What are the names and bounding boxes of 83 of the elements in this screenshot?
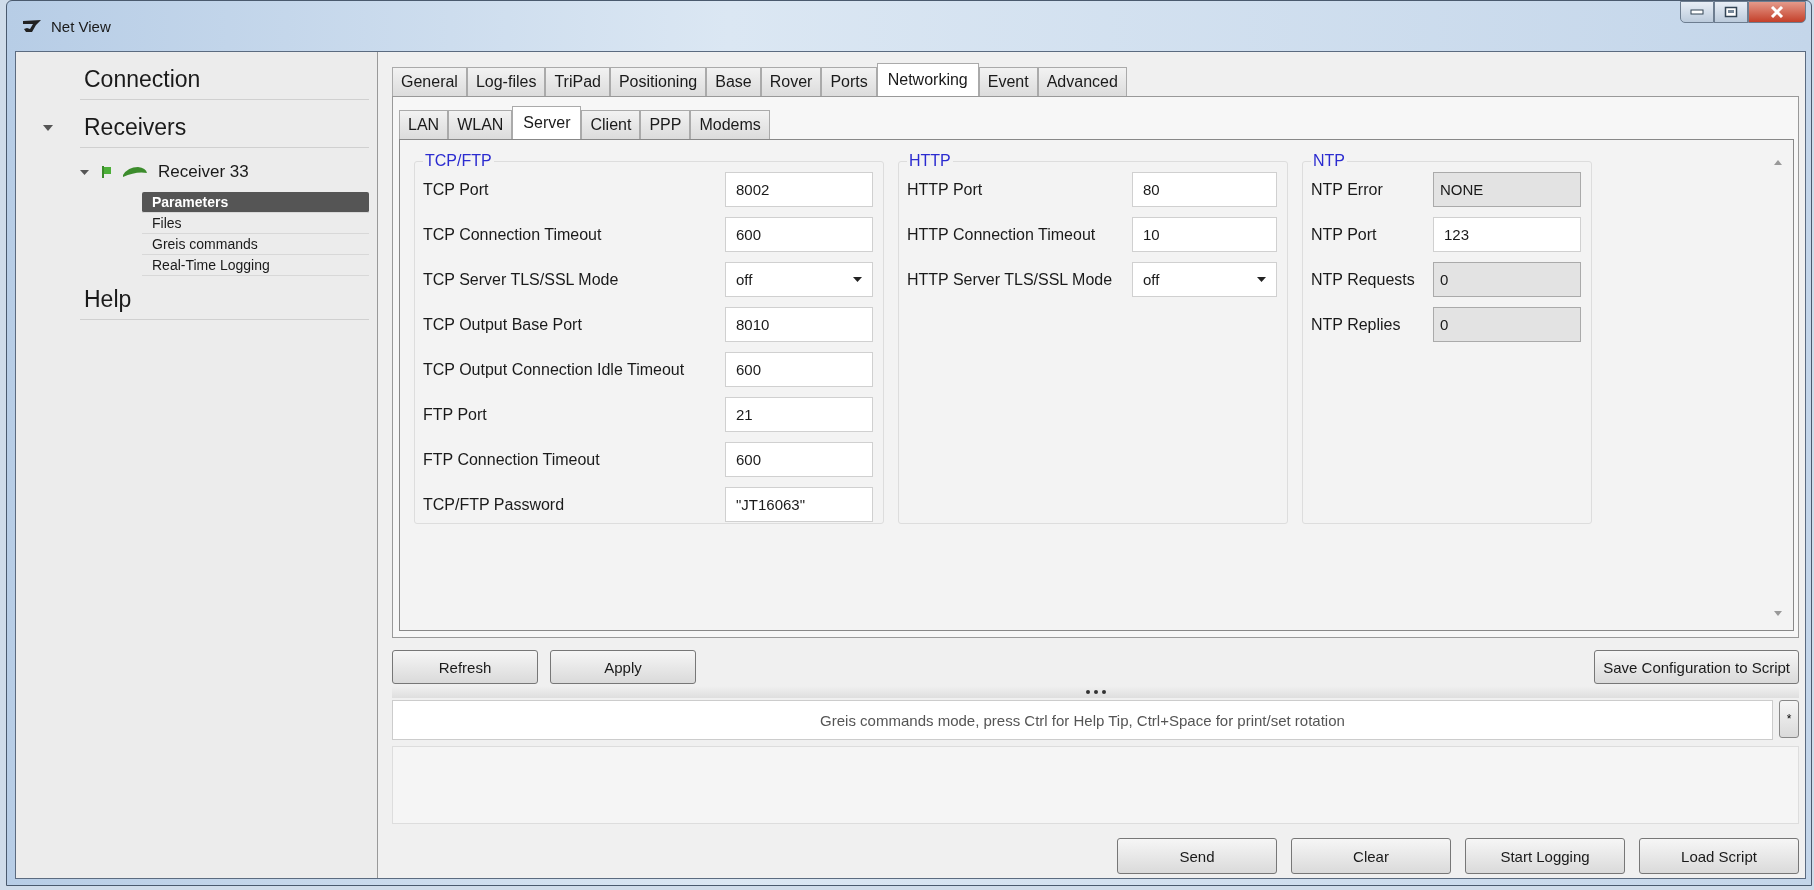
sidebar-section[interactable]: Connection	[80, 60, 369, 100]
tree-item[interactable]: Parameters	[142, 192, 369, 213]
maximize-icon	[1724, 6, 1738, 18]
tab[interactable]: LAN	[399, 110, 449, 139]
field-label: NTP Requests	[1311, 270, 1416, 289]
tab[interactable]: Networking	[876, 63, 979, 96]
readonly-field[interactable]: 0	[1433, 307, 1581, 342]
field-label: TCP Port	[423, 180, 490, 199]
command-field[interactable]: Greis commands mode, press Ctrl for Help Tip, Ctrl+Space for print/set rotation	[392, 700, 1773, 740]
tab[interactable]: Modems	[690, 110, 770, 139]
input-field[interactable]: 600	[725, 352, 873, 387]
expand-arrow-icon[interactable]	[43, 125, 53, 131]
input-field[interactable]: 8010	[725, 307, 873, 342]
action-button[interactable]: Clear	[1291, 838, 1451, 874]
field-label: NTP Replies	[1311, 315, 1402, 334]
tab[interactable]: General	[392, 67, 467, 96]
readonly-field[interactable]: 0	[1433, 262, 1581, 297]
tab[interactable]: Log-files	[466, 67, 546, 96]
tab[interactable]: Advanced	[1037, 67, 1127, 96]
tree-item[interactable]: Real-Time Logging	[142, 255, 369, 276]
action-button[interactable]: Send	[1117, 838, 1277, 874]
close-icon	[1770, 6, 1784, 18]
save-configuration-button[interactable]: Save Configuration to Script	[1594, 650, 1799, 684]
input-field[interactable]: 10	[1132, 217, 1277, 252]
input-field[interactable]: 123	[1433, 217, 1581, 252]
expand-arrow-icon[interactable]	[79, 169, 89, 175]
input-field[interactable]: 600	[725, 217, 873, 252]
action-button[interactable]: Refresh	[392, 650, 538, 684]
tree-item[interactable]: Receiver 33	[158, 162, 249, 182]
dropdown[interactable]: off	[1132, 262, 1277, 297]
tree-item[interactable]: Files	[142, 213, 369, 234]
group-title: TCP/FTP	[424, 152, 493, 170]
splitter-grip-icon[interactable]	[1085, 690, 1106, 694]
tab[interactable]: WLAN	[448, 110, 513, 139]
tab[interactable]: Event	[978, 67, 1038, 96]
field-label: TCP Output Base Port	[423, 315, 583, 334]
tree-item[interactable]: Greis commands	[142, 234, 369, 255]
group-title: HTTP	[908, 152, 952, 170]
tab[interactable]: Rover	[760, 67, 822, 96]
tab[interactable]: Server	[512, 106, 582, 139]
logo-icon	[21, 18, 43, 34]
dropdown[interactable]: off	[725, 262, 873, 297]
tab[interactable]: Client	[581, 110, 641, 139]
group-title: NTP	[1312, 152, 1346, 170]
minimize-button[interactable]	[1680, 1, 1714, 23]
tab[interactable]: TriPad	[545, 67, 610, 96]
flag-icon	[102, 165, 112, 179]
readonly-field[interactable]: NONE	[1433, 172, 1581, 207]
sidebar-section[interactable]: Help	[80, 280, 369, 320]
tab[interactable]: Ports	[821, 67, 877, 96]
field-label: TCP Server TLS/SSL Mode	[423, 270, 620, 289]
tab[interactable]: PPP	[640, 110, 691, 139]
action-button[interactable]: Apply	[550, 650, 696, 684]
receiver-icon	[122, 166, 148, 178]
caret-icon	[853, 277, 862, 282]
action-button[interactable]: Start Logging	[1465, 838, 1625, 874]
minimize-icon	[1690, 9, 1704, 15]
sidebar-section[interactable]: Receivers	[80, 108, 369, 148]
field-label: FTP Connection Timeout	[423, 450, 601, 469]
field-label: NTP Port	[1311, 225, 1378, 244]
caret-icon	[1257, 277, 1266, 282]
field-label: FTP Port	[423, 405, 488, 424]
field-label: HTTP Connection Timeout	[907, 225, 1097, 244]
close-button[interactable]	[1748, 1, 1806, 23]
field-label: TCP/FTP Password	[423, 495, 566, 514]
tab[interactable]: Positioning	[609, 67, 707, 96]
input-field[interactable]: 600	[725, 442, 873, 477]
input-field[interactable]: "JT16063"	[725, 487, 873, 522]
input-field[interactable]: 8002	[725, 172, 873, 207]
input-field[interactable]: 80	[1132, 172, 1277, 207]
side-button[interactable]: *	[1779, 700, 1799, 738]
field-label: HTTP Server TLS/SSL Mode	[907, 270, 1114, 289]
maximize-button[interactable]	[1714, 1, 1748, 23]
window-title: Net View	[51, 17, 111, 35]
input-field[interactable]: 21	[725, 397, 873, 432]
field-label: NTP Error	[1311, 180, 1384, 199]
scroll-up-icon[interactable]	[1774, 160, 1782, 165]
field-label: TCP Connection Timeout	[423, 225, 603, 244]
scroll-down-icon[interactable]	[1774, 611, 1782, 616]
tab[interactable]: Base	[706, 67, 761, 96]
field-label: HTTP Port	[907, 180, 984, 199]
field-label: TCP Output Connection Idle Timeout	[423, 360, 686, 379]
action-button[interactable]: Load Script	[1639, 838, 1799, 874]
